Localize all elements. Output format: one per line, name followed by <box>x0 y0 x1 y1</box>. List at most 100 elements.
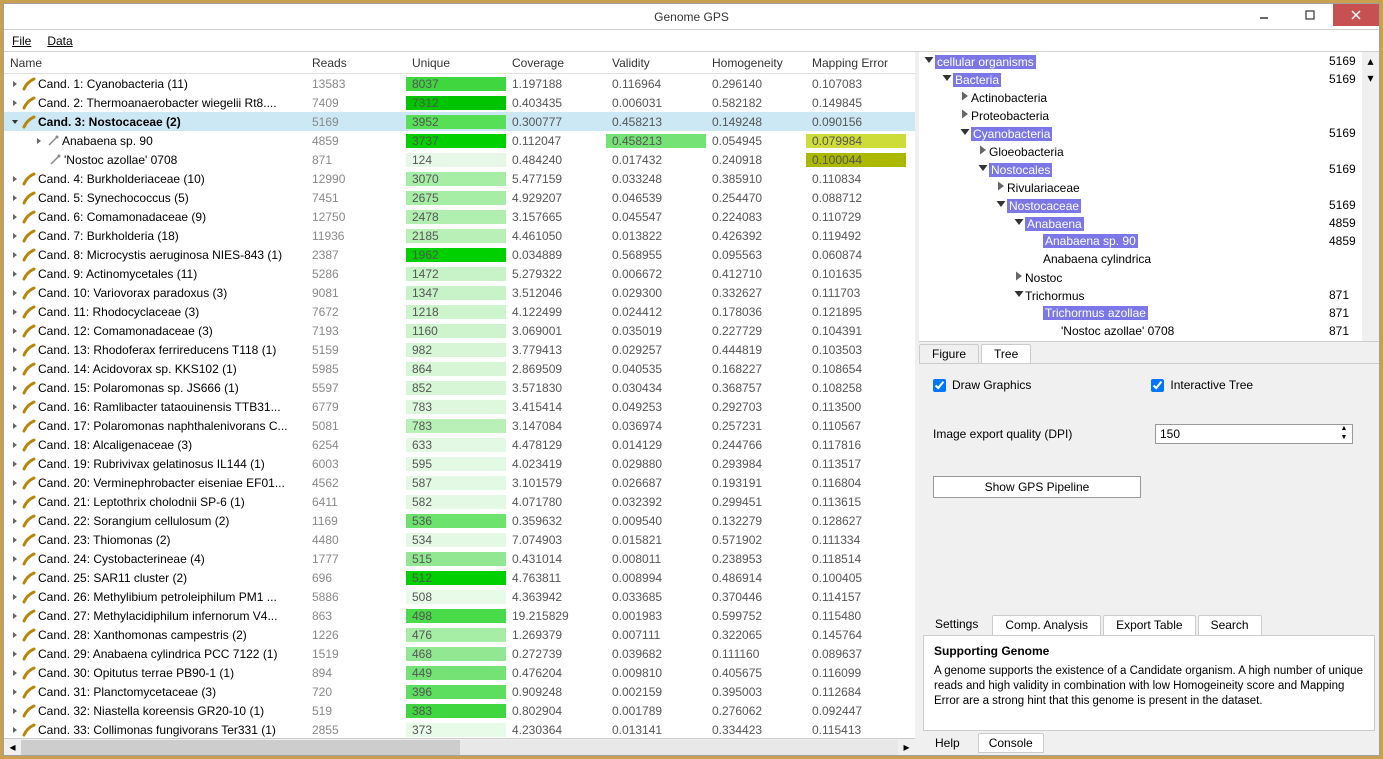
minimize-button[interactable] <box>1241 4 1287 26</box>
table-row[interactable]: Cand. 22: Sorangium cellulosum (2)116953… <box>4 511 915 530</box>
expand-icon[interactable] <box>10 687 20 697</box>
table-row[interactable]: Cand. 28: Xanthomonas campestris (2)1226… <box>4 625 915 644</box>
tree-node[interactable]: Trichormus871 <box>919 286 1379 304</box>
table-row[interactable]: Cand. 15: Polaromonas sp. JS666 (1)55978… <box>4 378 915 397</box>
expand-icon[interactable] <box>10 250 20 260</box>
tree-node[interactable]: Nostocaceae5169 <box>919 196 1379 214</box>
collapse-icon[interactable] <box>10 117 20 127</box>
expand-icon[interactable] <box>10 193 20 203</box>
scroll-up-icon[interactable]: ▴ <box>1362 52 1379 69</box>
table-row[interactable]: Cand. 10: Variovorax paradoxus (3)908113… <box>4 283 915 302</box>
expand-icon[interactable] <box>10 269 20 279</box>
col-mapping-error[interactable]: Mapping Error <box>806 54 906 72</box>
table-row[interactable]: Cand. 32: Niastella koreensis GR20-10 (1… <box>4 701 915 720</box>
vertical-scrollbar[interactable]: ▴ ▾ <box>1362 52 1379 341</box>
table-row[interactable]: Cand. 4: Burkholderiaceae (10)1299030705… <box>4 169 915 188</box>
tab-comp-analysis[interactable]: Comp. Analysis <box>992 615 1101 635</box>
dpi-up-icon[interactable]: ▲ <box>1336 425 1352 434</box>
table-row[interactable]: Cand. 11: Rhodocyclaceae (3)767212184.12… <box>4 302 915 321</box>
tree-node[interactable]: cellular organisms5169 <box>919 52 1379 70</box>
expand-icon[interactable] <box>10 288 20 298</box>
expand-icon[interactable] <box>10 402 20 412</box>
tab-tree[interactable]: Tree <box>981 344 1031 363</box>
draw-graphics-checkbox[interactable]: Draw Graphics <box>933 378 1031 392</box>
expand-icon[interactable] <box>10 98 20 108</box>
expand-icon[interactable] <box>1013 270 1025 282</box>
table-row[interactable]: Cand. 27: Methylacidiphilum infernorum V… <box>4 606 915 625</box>
expand-icon[interactable] <box>1013 342 1025 343</box>
console-button[interactable]: Console <box>978 733 1044 753</box>
table-row[interactable]: Cand. 21: Leptothrix cholodnii SP-6 (1)6… <box>4 492 915 511</box>
collapse-icon[interactable] <box>923 54 935 66</box>
table-row[interactable]: Cand. 19: Rubrivivax gelatinosus IL144 (… <box>4 454 915 473</box>
expand-icon[interactable] <box>10 535 20 545</box>
table-row[interactable]: Cand. 5: Synechococcus (5)745126754.9292… <box>4 188 915 207</box>
show-pipeline-button[interactable]: Show GPS Pipeline <box>933 476 1141 498</box>
expand-icon[interactable] <box>10 307 20 317</box>
collapse-icon[interactable] <box>995 198 1007 210</box>
collapse-icon[interactable] <box>1013 288 1025 300</box>
tab-export-table[interactable]: Export Table <box>1103 615 1196 635</box>
tree-node[interactable]: Anabaena4859 <box>919 214 1379 232</box>
table-row[interactable]: Cand. 13: Rhodoferax ferrireducens T118 … <box>4 340 915 359</box>
tree-node[interactable]: Nostocales5169 <box>919 160 1379 178</box>
dpi-down-icon[interactable]: ▼ <box>1336 434 1352 443</box>
maximize-button[interactable] <box>1287 4 1333 26</box>
expand-icon[interactable] <box>10 231 20 241</box>
table-row[interactable]: Cand. 18: Alcaligenaceae (3)62546334.478… <box>4 435 915 454</box>
table-row[interactable]: Cand. 24: Cystobacterineae (4)17775150.4… <box>4 549 915 568</box>
expand-icon[interactable] <box>10 497 20 507</box>
table-row[interactable]: Cand. 12: Comamonadaceae (3)719311603.06… <box>4 321 915 340</box>
expand-icon[interactable] <box>10 725 20 735</box>
expand-icon[interactable] <box>10 592 20 602</box>
tree-node[interactable]: Cylindrospermum <box>919 340 1379 342</box>
tab-settings[interactable]: Settings <box>923 615 990 635</box>
collapse-icon[interactable] <box>1013 216 1025 228</box>
expand-icon[interactable] <box>10 383 20 393</box>
col-unique[interactable]: Unique <box>406 54 506 72</box>
expand-icon[interactable] <box>10 212 20 222</box>
table-row[interactable]: Cand. 29: Anabaena cylindrica PCC 7122 (… <box>4 644 915 663</box>
expand-icon[interactable] <box>10 706 20 716</box>
horizontal-scrollbar[interactable]: ◂ ▸ <box>4 738 915 755</box>
tree-node[interactable]: Anabaena cylindrica <box>919 250 1379 268</box>
col-reads[interactable]: Reads <box>306 54 406 72</box>
expand-icon[interactable] <box>34 136 44 146</box>
table-row[interactable]: Cand. 33: Collimonas fungivorans Ter331 … <box>4 720 915 738</box>
scroll-down-icon[interactable]: ▾ <box>1362 69 1379 86</box>
table-row[interactable]: Cand. 31: Planctomycetaceae (3)7203960.9… <box>4 682 915 701</box>
expand-icon[interactable] <box>10 364 20 374</box>
expand-icon[interactable] <box>959 108 971 120</box>
menu-file[interactable]: File <box>12 34 31 48</box>
expand-icon[interactable] <box>10 478 20 488</box>
expand-icon[interactable] <box>10 630 20 640</box>
tree-node[interactable]: Trichormus azollae871 <box>919 304 1379 322</box>
table-row[interactable]: Cand. 23: Thiomonas (2)44805347.0749030.… <box>4 530 915 549</box>
expand-icon[interactable] <box>10 668 20 678</box>
tree-node[interactable]: Cyanobacteria5169 <box>919 124 1379 142</box>
expand-icon[interactable] <box>10 326 20 336</box>
table-row[interactable]: Cand. 9: Actinomycetales (11)528614725.2… <box>4 264 915 283</box>
interactive-tree-checkbox[interactable]: Interactive Tree <box>1151 378 1253 392</box>
tab-search[interactable]: Search <box>1198 615 1262 635</box>
close-button[interactable] <box>1333 4 1379 26</box>
col-validity[interactable]: Validity <box>606 54 706 72</box>
expand-icon[interactable] <box>10 554 20 564</box>
expand-icon[interactable] <box>10 79 20 89</box>
table-row[interactable]: Cand. 16: Ramlibacter tataouinensis TTB3… <box>4 397 915 416</box>
expand-icon[interactable] <box>10 516 20 526</box>
tab-figure[interactable]: Figure <box>919 344 979 363</box>
expand-icon[interactable] <box>10 174 20 184</box>
menu-data[interactable]: Data <box>47 34 72 48</box>
expand-icon[interactable] <box>10 440 20 450</box>
expand-icon[interactable] <box>977 144 989 156</box>
table-row[interactable]: Anabaena sp. 90485937370.1120470.4582130… <box>4 131 915 150</box>
table-row[interactable]: Cand. 30: Opitutus terrae PB90-1 (1)8944… <box>4 663 915 682</box>
table-row[interactable]: Cand. 6: Comamonadaceae (9)1275024783.15… <box>4 207 915 226</box>
tree-node[interactable]: Bacteria5169 <box>919 70 1379 88</box>
col-coverage[interactable]: Coverage <box>506 54 606 72</box>
table-row[interactable]: Cand. 26: Methylibium petroleiphilum PM1… <box>4 587 915 606</box>
table-row[interactable]: Cand. 17: Polaromonas naphthalenivorans … <box>4 416 915 435</box>
expand-icon[interactable] <box>10 611 20 621</box>
table-row[interactable]: Cand. 20: Verminephrobacter eiseniae EF0… <box>4 473 915 492</box>
